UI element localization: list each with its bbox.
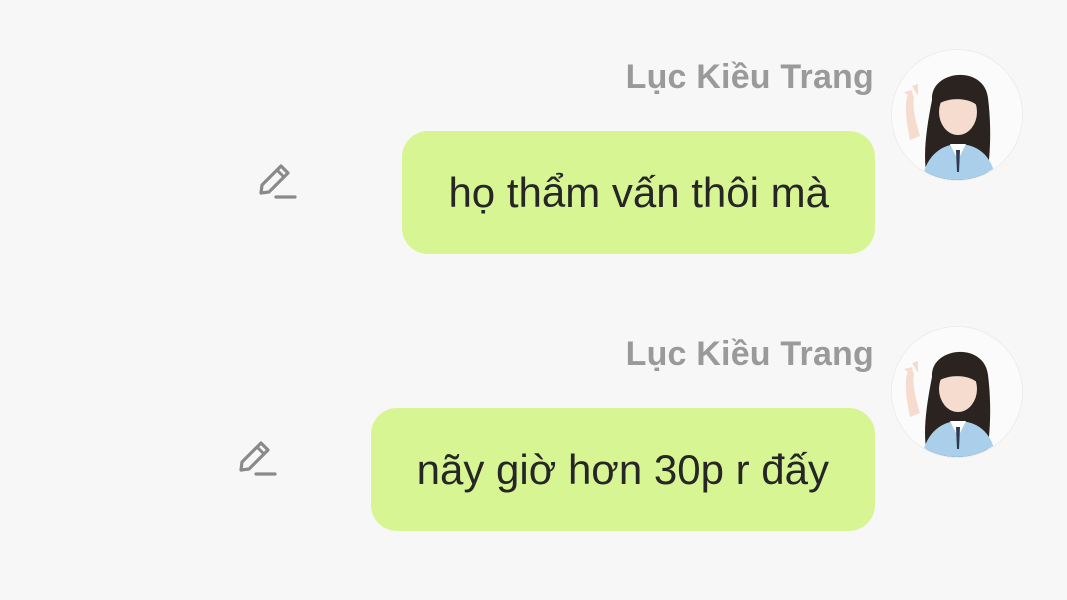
pencil-edit-icon[interactable] — [232, 433, 278, 479]
message-text: nãy giờ hơn 30p r đấy — [416, 445, 829, 493]
avatar[interactable] — [892, 50, 1022, 180]
message-bubble[interactable]: nãy giờ hơn 30p r đấy — [370, 408, 875, 531]
avatar-photo — [892, 327, 1022, 457]
message-bubble[interactable]: họ thẩm vấn thôi mà — [402, 131, 875, 254]
chat-message: Lục Kiều Trang họ thẩm vấn thôi mà — [0, 50, 1067, 290]
sender-name: Lục Kiều Trang — [625, 335, 874, 373]
avatar[interactable] — [892, 327, 1022, 457]
chat-message: Lục Kiều Trang nãy giờ hơn 30p r đấy — [0, 327, 1067, 567]
sender-name: Lục Kiều Trang — [625, 58, 874, 96]
message-text: họ thẩm vấn thôi mà — [448, 168, 829, 216]
pencil-edit-icon[interactable] — [252, 156, 298, 202]
chat-message-list: Lục Kiều Trang họ thẩm vấn thôi mà Lục K… — [0, 0, 1067, 600]
avatar-photo — [892, 50, 1022, 180]
